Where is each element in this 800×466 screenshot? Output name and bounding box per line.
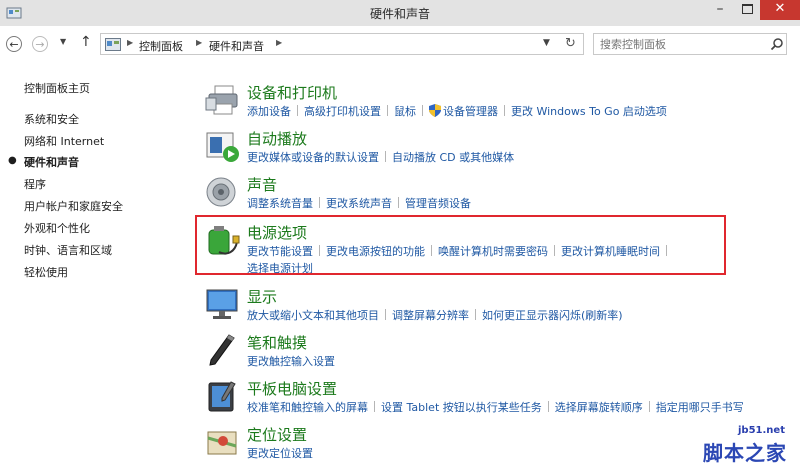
search-icon[interactable] bbox=[770, 37, 784, 51]
link-divider bbox=[385, 151, 386, 162]
sound-links: 调整系统音量 更改系统声音 管理音频设备 bbox=[247, 195, 767, 212]
link-divider bbox=[387, 105, 388, 116]
display-links: 放大或缩小文本和其他项目 调整屏幕分辨率 如何更正显示器闪烁(刷新率) bbox=[247, 307, 767, 324]
autoplay-cd-link[interactable]: 自动播放 CD 或其他媒体 bbox=[392, 151, 514, 164]
calibrate-screen-link[interactable]: 校准笔和触控输入的屏幕 bbox=[247, 401, 368, 414]
pen-touch-links: 更改触控输入设置 bbox=[247, 353, 767, 370]
refresh-icon[interactable]: ↻ bbox=[565, 36, 576, 51]
minimize-button[interactable]: – bbox=[706, 0, 734, 20]
search-input[interactable] bbox=[600, 37, 760, 51]
up-level-button[interactable]: ↑ bbox=[80, 34, 92, 50]
sidebar-item-programs[interactable]: 程序 bbox=[24, 176, 46, 192]
speaker-icon[interactable] bbox=[205, 174, 241, 210]
sidebar-item-ease-of-access[interactable]: 轻松使用 bbox=[24, 264, 68, 280]
sidebar-item-network[interactable]: 网络和 Internet bbox=[24, 133, 104, 149]
tablet-buttons-link[interactable]: 设置 Tablet 按钮以执行某些任务 bbox=[381, 401, 542, 414]
tablet-settings-links: 校准笔和触控输入的屏幕 设置 Tablet 按钮以执行某些任务 选择屏幕旋转顺序 指定… bbox=[247, 399, 767, 416]
adjust-resolution-link[interactable]: 调整屏幕分辨率 bbox=[392, 309, 469, 322]
title-bar: 硬件和声音 – ✕ bbox=[0, 0, 800, 26]
link-divider bbox=[319, 197, 320, 208]
back-button[interactable]: ← bbox=[6, 36, 22, 52]
change-system-sounds-link[interactable]: 更改系统声音 bbox=[326, 197, 392, 210]
address-bar[interactable]: ▶ 控制面板 ▶ 硬件和声音 ▶ ▼ ↻ bbox=[100, 33, 584, 55]
recent-locations-icon[interactable]: ▼ bbox=[60, 37, 66, 46]
handedness-link[interactable]: 指定用哪只手书写 bbox=[656, 401, 744, 414]
uac-shield-icon bbox=[429, 104, 441, 117]
watermark-url: jb51.net bbox=[738, 425, 785, 436]
link-divider bbox=[374, 401, 375, 412]
link-divider bbox=[648, 401, 650, 412]
breadcrumb-separator[interactable]: ▶ bbox=[127, 38, 133, 47]
link-divider bbox=[547, 401, 549, 412]
zoom-text-link[interactable]: 放大或缩小文本和其他项目 bbox=[247, 309, 379, 322]
sidebar-item-clock-language[interactable]: 时钟、语言和区域 bbox=[24, 242, 112, 258]
active-bullet-icon: ● bbox=[8, 155, 17, 166]
mouse-link[interactable]: 鼠标 bbox=[394, 105, 416, 118]
address-dropdown-icon[interactable]: ▼ bbox=[543, 38, 550, 48]
change-location-settings-link[interactable]: 更改定位设置 bbox=[247, 447, 313, 460]
fix-flicker-link[interactable]: 如何更正显示器闪烁(刷新率) bbox=[482, 309, 623, 322]
breadcrumb-hardware-sound[interactable]: 硬件和声音 bbox=[209, 38, 264, 54]
breadcrumb-control-panel[interactable]: 控制面板 bbox=[139, 38, 183, 54]
location-settings-title[interactable]: 定位设置 bbox=[247, 424, 307, 445]
adjust-volume-link[interactable]: 调整系统音量 bbox=[247, 197, 313, 210]
tablet-settings-title[interactable]: 平板电脑设置 bbox=[247, 378, 337, 399]
close-button[interactable]: ✕ bbox=[760, 0, 800, 20]
change-default-media-link[interactable]: 更改媒体或设备的默认设置 bbox=[247, 151, 379, 164]
autoplay-title[interactable]: 自动播放 bbox=[247, 128, 307, 149]
devices-printers-links: 添加设备 高级打印机设置 鼠标 设备管理器 更改 Windows To Go 启动选项 bbox=[247, 103, 767, 120]
sound-title[interactable]: 声音 bbox=[247, 174, 277, 195]
advanced-printer-setup-link[interactable]: 高级打印机设置 bbox=[304, 105, 381, 118]
sidebar-item-user-accounts[interactable]: 用户帐户和家庭安全 bbox=[24, 198, 123, 214]
display-title[interactable]: 显示 bbox=[247, 286, 277, 307]
link-divider bbox=[504, 105, 505, 116]
manage-audio-devices-link[interactable]: 管理音频设备 bbox=[405, 197, 471, 210]
sidebar-item-system-security[interactable]: 系统和安全 bbox=[24, 111, 79, 127]
link-divider bbox=[398, 197, 399, 208]
breadcrumb-separator[interactable]: ▶ bbox=[276, 38, 282, 47]
maximize-icon bbox=[741, 4, 753, 14]
sidebar-item-hardware-sound[interactable]: 硬件和声音 bbox=[24, 154, 79, 170]
monitor-icon[interactable] bbox=[205, 286, 241, 322]
search-box[interactable] bbox=[593, 33, 787, 55]
location-icon[interactable] bbox=[205, 424, 241, 460]
pen-icon[interactable] bbox=[205, 332, 241, 368]
control-panel-icon bbox=[105, 38, 121, 51]
link-divider bbox=[385, 309, 386, 320]
maximize-button[interactable] bbox=[734, 0, 760, 20]
window-title: 硬件和声音 bbox=[369, 7, 430, 21]
sidebar-item-appearance[interactable]: 外观和个性化 bbox=[24, 220, 90, 236]
printer-icon[interactable] bbox=[205, 82, 241, 118]
sidebar-home-link[interactable]: 控制面板主页 bbox=[24, 80, 90, 96]
link-divider bbox=[297, 105, 298, 116]
device-manager-link[interactable]: 设备管理器 bbox=[443, 105, 498, 118]
change-touch-input-link[interactable]: 更改触控输入设置 bbox=[247, 355, 335, 368]
location-settings-links: 更改定位设置 bbox=[247, 445, 767, 462]
autoplay-links: 更改媒体或设备的默认设置 自动播放 CD 或其他媒体 bbox=[247, 149, 767, 166]
link-divider bbox=[422, 105, 423, 116]
devices-printers-title[interactable]: 设备和打印机 bbox=[247, 82, 337, 103]
power-options-highlight-box bbox=[195, 215, 726, 275]
forward-button[interactable]: → bbox=[32, 36, 48, 52]
link-divider bbox=[475, 309, 476, 320]
autoplay-icon[interactable] bbox=[205, 128, 241, 164]
watermark-name: 脚本之家 bbox=[703, 441, 787, 465]
tablet-icon[interactable] bbox=[205, 378, 241, 414]
navigation-bar: ← → ▼ ↑ ▶ 控制面板 ▶ 硬件和声音 ▶ ▼ ↻ bbox=[0, 30, 800, 60]
rotation-order-link[interactable]: 选择屏幕旋转顺序 bbox=[555, 401, 643, 414]
breadcrumb-separator[interactable]: ▶ bbox=[196, 38, 202, 47]
windows-to-go-link[interactable]: 更改 Windows To Go 启动选项 bbox=[511, 105, 667, 118]
pen-touch-title[interactable]: 笔和触摸 bbox=[247, 332, 307, 353]
add-device-link[interactable]: 添加设备 bbox=[247, 105, 291, 118]
